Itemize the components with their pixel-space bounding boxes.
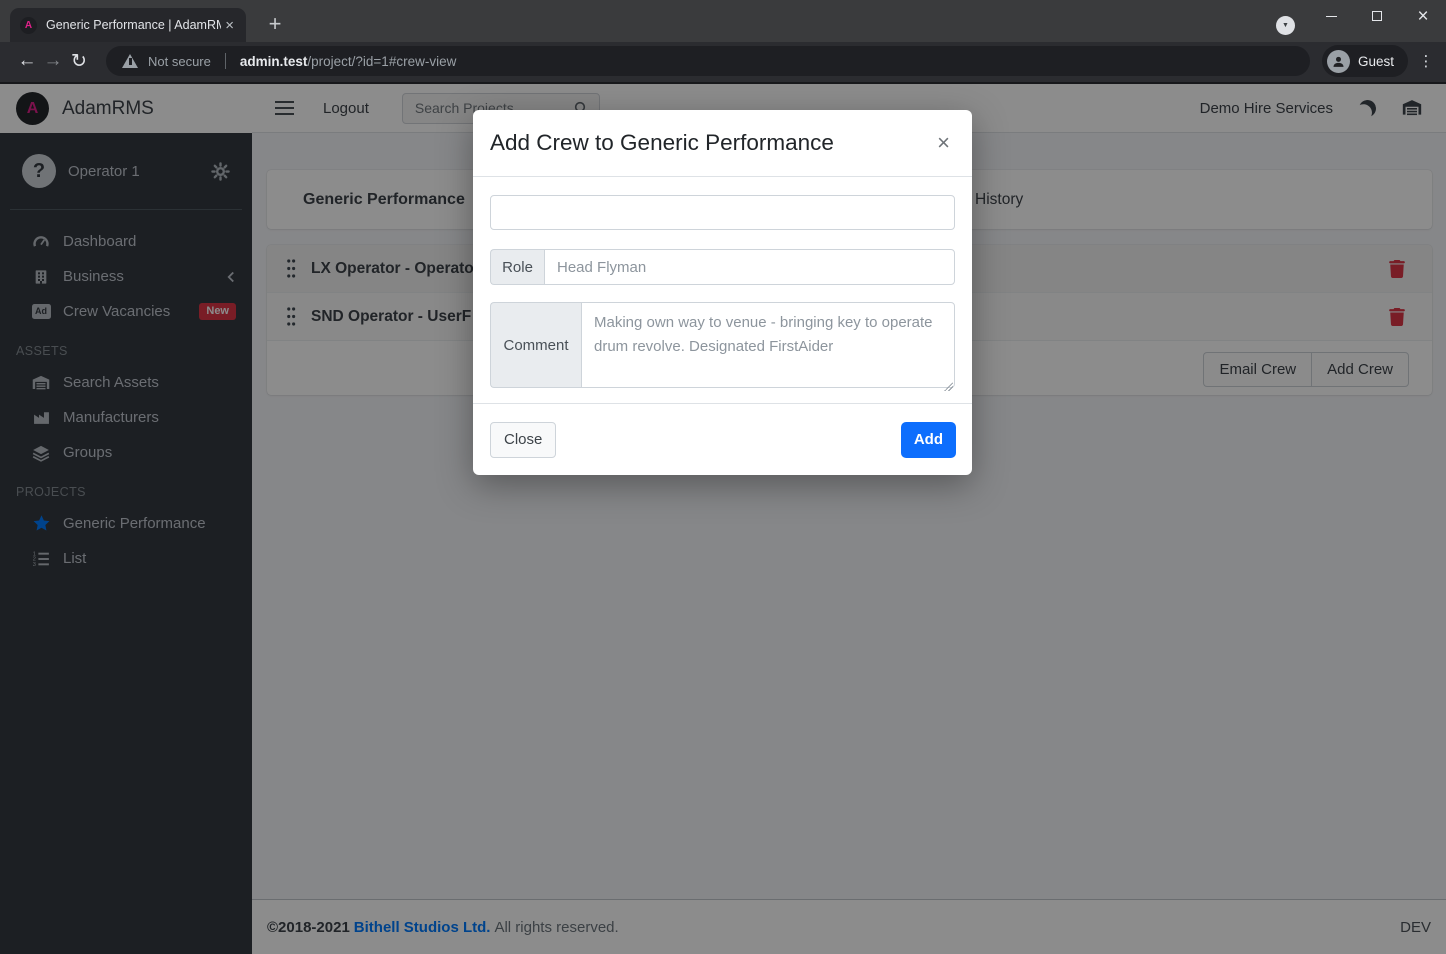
browser-toolbar: ← → ↻ Not secure admin.test /project/?id… xyxy=(0,42,1446,84)
divider xyxy=(225,53,226,69)
profile-avatar-icon xyxy=(1327,50,1350,73)
modal-header: Add Crew to Generic Performance × xyxy=(473,110,972,177)
maximize-button[interactable] xyxy=(1354,0,1400,32)
modal-footer: Close Add xyxy=(473,403,972,475)
add-button[interactable]: Add xyxy=(901,422,956,458)
role-field-group: Role xyxy=(490,249,955,285)
tab-title: Generic Performance | AdamRMS xyxy=(46,18,221,32)
browser-tab[interactable]: A Generic Performance | AdamRMS × xyxy=(10,8,246,42)
comment-field-group: Comment xyxy=(490,302,955,388)
profile-name: Guest xyxy=(1358,54,1394,69)
browser-tab-strip: A Generic Performance | AdamRMS × + ▼ xyxy=(0,0,1446,42)
role-input[interactable] xyxy=(544,249,955,285)
role-label: Role xyxy=(490,249,544,285)
browser-menu-icon[interactable]: ⋮ xyxy=(1416,52,1436,70)
close-window-button[interactable]: × xyxy=(1400,0,1446,32)
warning-icon xyxy=(122,54,138,68)
address-bar[interactable]: Not secure admin.test /project/?id=1#cre… xyxy=(106,46,1310,76)
browser-update-icon[interactable]: ▼ xyxy=(1276,16,1295,35)
browser-window: A AdamRMS Logout Demo Hire Services ? Op… xyxy=(0,0,1446,954)
modal-title: Add Crew to Generic Performance xyxy=(490,130,834,156)
textarea-resize-handle[interactable] xyxy=(944,382,953,391)
forward-icon[interactable]: → xyxy=(40,50,66,72)
browser-profile-chip[interactable]: Guest xyxy=(1322,45,1408,77)
not-secure-label[interactable]: Not secure xyxy=(148,54,211,69)
tab-close-icon[interactable]: × xyxy=(221,16,238,35)
back-icon[interactable]: ← xyxy=(14,50,40,72)
comment-textarea[interactable] xyxy=(581,302,955,388)
minimize-button[interactable] xyxy=(1308,0,1354,32)
url-path: /project/?id=1#crew-view xyxy=(307,54,456,69)
url-host: admin.test xyxy=(240,54,308,69)
new-tab-button[interactable]: + xyxy=(260,9,290,39)
add-crew-modal: Add Crew to Generic Performance × Role C… xyxy=(473,110,972,475)
close-icon[interactable]: × xyxy=(937,132,950,154)
crew-name-input[interactable] xyxy=(490,195,955,230)
comment-label: Comment xyxy=(490,302,581,388)
close-button[interactable]: Close xyxy=(490,422,556,458)
reload-icon[interactable]: ↻ xyxy=(66,50,92,73)
favicon: A xyxy=(20,17,37,34)
window-controls: × xyxy=(1308,0,1446,32)
